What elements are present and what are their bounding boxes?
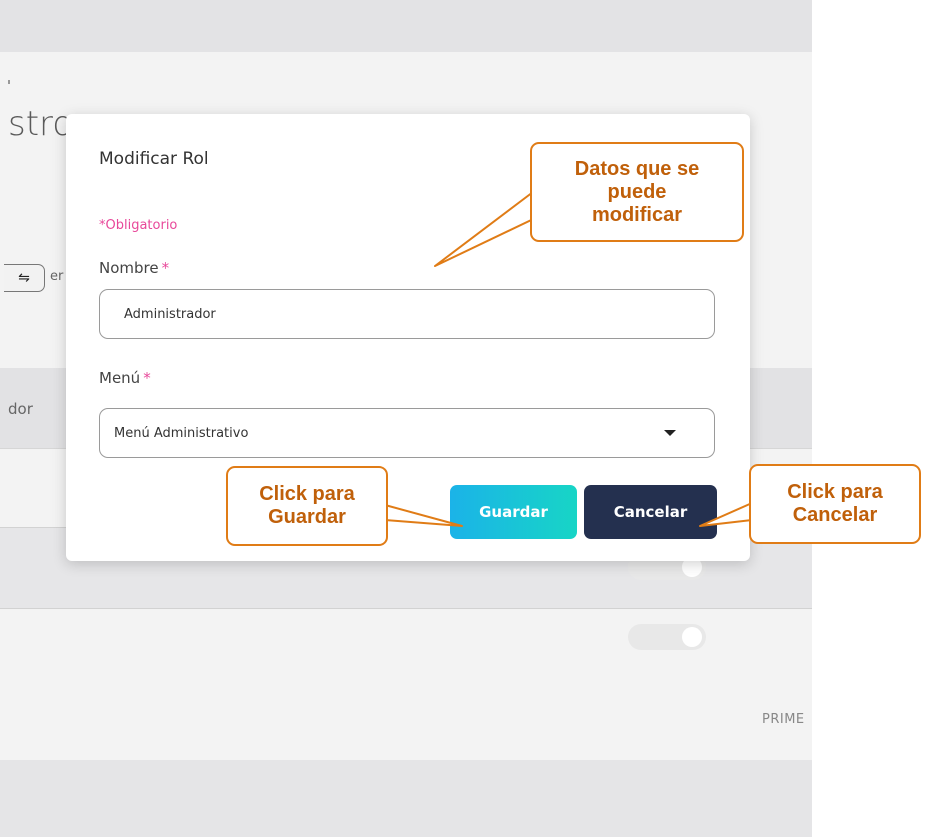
nombre-label-text: Nombre — [99, 259, 159, 277]
nombre-input[interactable]: Administrador — [99, 289, 715, 339]
required-marker: * — [161, 259, 170, 277]
sort-label: er — [50, 269, 64, 284]
menu-select[interactable]: Menú Administrativo — [99, 408, 715, 458]
breadcrumb-dot — [8, 80, 10, 84]
required-note: *Obligatorio — [99, 218, 177, 233]
chevron-down-icon — [664, 430, 676, 436]
top-bar — [0, 0, 812, 52]
cancel-button[interactable]: Cancelar — [584, 485, 717, 539]
data-callout: Datos que se puede modificar — [530, 142, 744, 242]
menu-label-text: Menú — [99, 369, 141, 387]
required-note-text: Obligatorio — [105, 218, 178, 233]
status-toggle[interactable] — [628, 624, 706, 650]
menu-label: Menú * — [99, 369, 151, 387]
save-button[interactable]: Guardar — [450, 485, 577, 539]
callout-line: Datos que se — [574, 157, 700, 180]
required-marker: * — [143, 369, 151, 387]
page-title: stro — [8, 104, 74, 144]
save-callout: Click para Guardar — [226, 466, 388, 546]
pagination-first[interactable]: PRIME — [762, 712, 805, 727]
callout-line: modificar — [591, 203, 682, 226]
callout-line: puede — [607, 180, 667, 203]
callout-line: Click para — [259, 483, 355, 505]
column-header: dor — [8, 400, 33, 418]
cancel-callout: Click para Cancelar — [749, 464, 921, 544]
callout-line: Guardar — [268, 506, 346, 528]
bottom-bar — [0, 760, 812, 837]
callout-line: Cancelar — [792, 504, 878, 526]
callout-line: Click para — [787, 481, 883, 503]
sort-icon[interactable]: ⇋ — [4, 264, 45, 292]
nombre-label: Nombre * — [99, 259, 169, 277]
menu-select-value: Menú Administrativo — [114, 425, 249, 441]
dialog-title: Modificar Rol — [99, 149, 209, 169]
